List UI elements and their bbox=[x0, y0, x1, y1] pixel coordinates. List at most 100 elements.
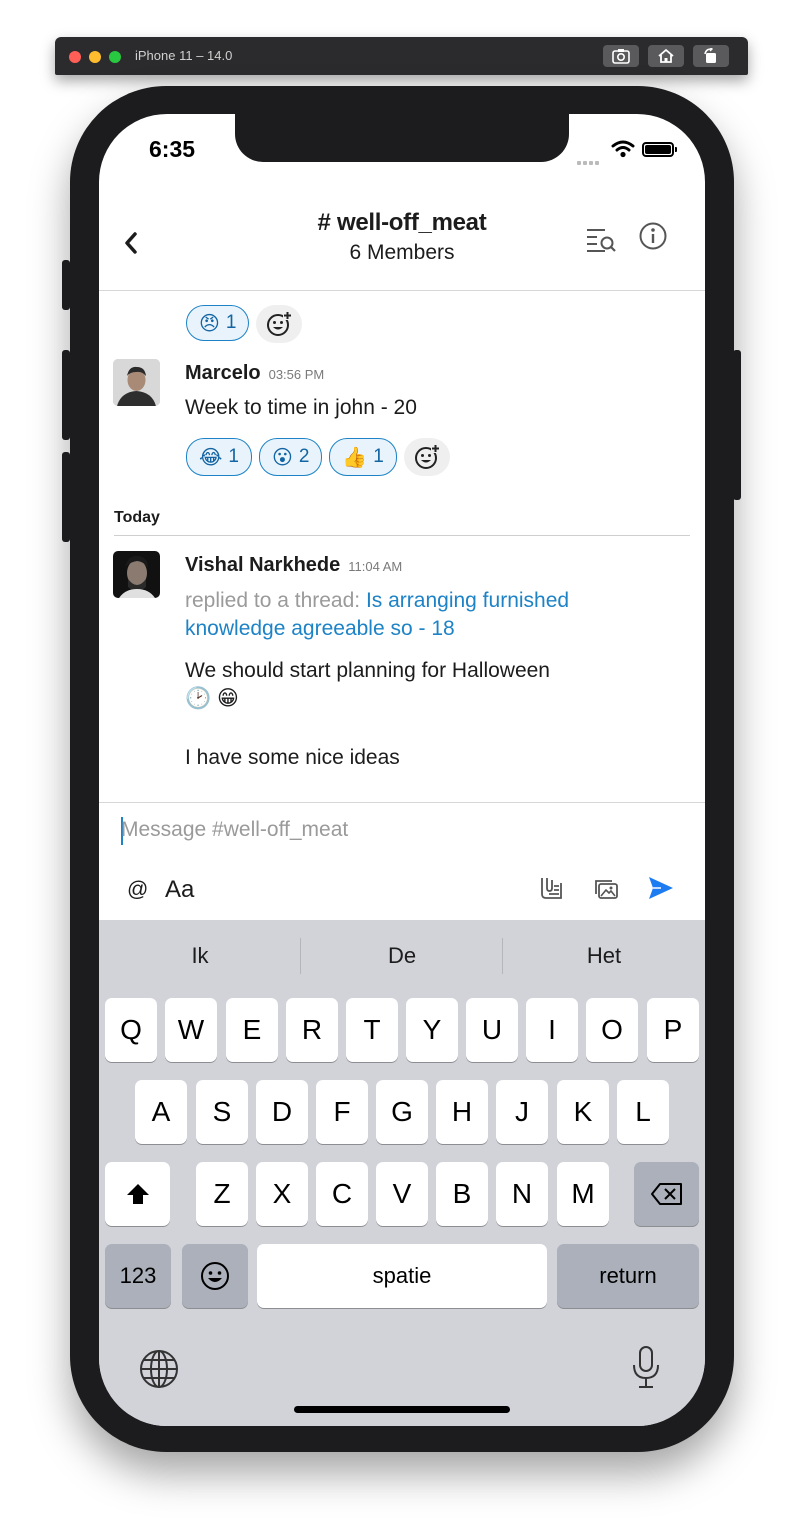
add-reaction-button[interactable] bbox=[256, 305, 303, 343]
surprised-emoji: 😮 bbox=[271, 446, 293, 469]
reaction-count: 1 bbox=[373, 446, 384, 467]
mute-switch bbox=[62, 260, 70, 310]
rotate-icon bbox=[704, 48, 716, 63]
key-b[interactable]: B bbox=[436, 1162, 488, 1226]
suggestion-2[interactable]: De bbox=[302, 943, 502, 969]
backspace-icon bbox=[650, 1183, 682, 1205]
key-w[interactable]: W bbox=[165, 998, 217, 1062]
avatar[interactable] bbox=[113, 551, 160, 598]
message-emojis: 🕑 😁 bbox=[185, 687, 239, 710]
key-e[interactable]: E bbox=[226, 998, 278, 1062]
screenshot-button[interactable] bbox=[603, 45, 639, 67]
shift-key[interactable] bbox=[105, 1162, 170, 1226]
volume-down-button bbox=[62, 452, 70, 542]
key-x[interactable]: X bbox=[256, 1162, 308, 1226]
home-button[interactable] bbox=[648, 45, 684, 67]
search-in-channel-icon[interactable] bbox=[585, 226, 617, 254]
message-timestamp: 11:04 AM bbox=[348, 559, 403, 574]
key-z[interactable]: Z bbox=[196, 1162, 248, 1226]
key-j[interactable]: J bbox=[496, 1080, 548, 1144]
minimize-window-button[interactable] bbox=[89, 51, 101, 63]
globe-icon[interactable] bbox=[139, 1349, 179, 1389]
status-time: 6:35 bbox=[149, 136, 196, 162]
camera-icon bbox=[612, 49, 630, 64]
return-key[interactable]: return bbox=[557, 1244, 699, 1308]
add-reaction-button[interactable] bbox=[403, 438, 450, 476]
key-l[interactable]: L bbox=[617, 1080, 669, 1144]
add-emoji-icon bbox=[414, 444, 440, 469]
message-timestamp: 03:56 PM bbox=[268, 367, 325, 382]
message-text: We should start planning for Halloween bbox=[185, 659, 550, 682]
message-input[interactable]: Message #well-off_meat bbox=[121, 818, 348, 842]
reaction-count: 1 bbox=[225, 312, 237, 333]
reaction-chip[interactable]: 😠 1 bbox=[186, 305, 250, 341]
key-r[interactable]: R bbox=[286, 998, 338, 1062]
simulator-title: iPhone 11 – 14.0 bbox=[135, 48, 233, 63]
key-t[interactable]: T bbox=[346, 998, 398, 1062]
send-icon[interactable] bbox=[647, 875, 675, 901]
key-o[interactable]: O bbox=[586, 998, 638, 1062]
reaction-chip[interactable]: 👍 1 bbox=[329, 438, 397, 476]
message-author[interactable]: Marcelo 03:56 PM bbox=[185, 362, 324, 385]
home-icon bbox=[658, 48, 674, 63]
reaction-count: 2 bbox=[298, 446, 310, 467]
photo-attach-icon[interactable] bbox=[594, 878, 620, 902]
suggestion-1[interactable]: Ik bbox=[100, 943, 300, 969]
backspace-key[interactable] bbox=[634, 1162, 699, 1226]
key-q[interactable]: Q bbox=[105, 998, 157, 1062]
reaction-chip[interactable]: 😂 1 bbox=[186, 438, 252, 476]
thumbs-up-emoji: 👍 bbox=[342, 446, 368, 469]
key-h[interactable]: H bbox=[436, 1080, 488, 1144]
rotate-button[interactable] bbox=[693, 45, 729, 67]
angry-face-emoji: 😠 bbox=[199, 312, 220, 335]
key-u[interactable]: U bbox=[466, 998, 518, 1062]
thread-reply-info: replied to a thread: Is arranging furnis… bbox=[185, 587, 665, 643]
reaction-count: 1 bbox=[228, 446, 239, 467]
volume-up-button bbox=[62, 350, 70, 440]
numbers-key[interactable]: 123 bbox=[105, 1244, 171, 1308]
header-divider bbox=[99, 290, 705, 291]
message-author[interactable]: Vishal Narkhede 11:04 AM bbox=[185, 554, 402, 577]
key-n[interactable]: N bbox=[496, 1162, 548, 1226]
key-f[interactable]: F bbox=[316, 1080, 368, 1144]
battery-icon bbox=[642, 142, 677, 157]
zoom-window-button[interactable] bbox=[109, 51, 121, 63]
cellular-signal-icon bbox=[577, 152, 601, 170]
message-text: I have some nice ideas bbox=[185, 746, 400, 769]
emoji-key[interactable] bbox=[182, 1244, 248, 1308]
key-s[interactable]: S bbox=[196, 1080, 248, 1144]
microphone-icon[interactable] bbox=[631, 1345, 661, 1389]
user-photo bbox=[113, 359, 160, 406]
message-text: Week to time in john - 20 bbox=[185, 396, 417, 419]
key-p[interactable]: P bbox=[647, 998, 699, 1062]
add-emoji-icon bbox=[267, 311, 293, 336]
space-key[interactable]: spatie bbox=[257, 1244, 547, 1308]
key-m[interactable]: M bbox=[557, 1162, 609, 1226]
laughing-emoji: 😂 bbox=[199, 446, 223, 469]
format-text-button[interactable]: Aa bbox=[165, 876, 194, 904]
suggestion-3[interactable]: Het bbox=[504, 943, 704, 969]
notch bbox=[235, 114, 569, 162]
mention-button[interactable]: @ bbox=[127, 878, 148, 902]
key-k[interactable]: K bbox=[557, 1080, 609, 1144]
phone-screen: 6:35 # well-off_meat 6 Members 😠 1 Marce… bbox=[99, 114, 705, 1426]
day-divider bbox=[114, 535, 690, 536]
emoji-icon bbox=[201, 1262, 229, 1290]
file-attach-icon[interactable] bbox=[539, 876, 565, 902]
wifi-icon bbox=[611, 140, 635, 158]
key-y[interactable]: Y bbox=[406, 998, 458, 1062]
info-icon[interactable] bbox=[639, 222, 667, 250]
avatar[interactable] bbox=[113, 359, 160, 406]
close-window-button[interactable] bbox=[69, 51, 81, 63]
user-photo bbox=[113, 551, 160, 598]
key-i[interactable]: I bbox=[526, 998, 578, 1062]
key-g[interactable]: G bbox=[376, 1080, 428, 1144]
key-v[interactable]: V bbox=[376, 1162, 428, 1226]
key-a[interactable]: A bbox=[135, 1080, 187, 1144]
day-separator-label: Today bbox=[114, 509, 160, 526]
key-d[interactable]: D bbox=[256, 1080, 308, 1144]
reaction-chip[interactable]: 😮 2 bbox=[258, 438, 323, 476]
suggestion-separator bbox=[502, 938, 503, 974]
home-indicator[interactable] bbox=[294, 1406, 510, 1413]
key-c[interactable]: C bbox=[316, 1162, 368, 1226]
